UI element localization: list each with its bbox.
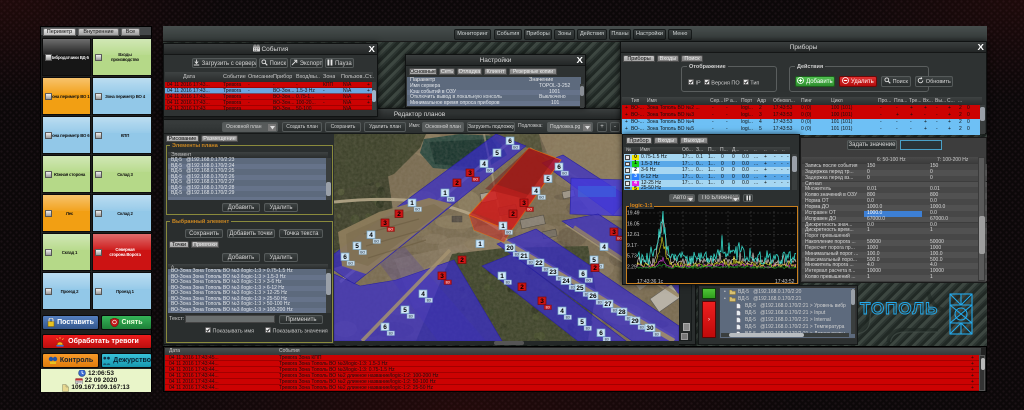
svg-text:ВЗ: ВЗ	[546, 306, 550, 310]
svg-text:ВЗ: ВЗ	[571, 286, 575, 290]
svg-text:6: 6	[383, 324, 387, 331]
svg-text:22: 22	[535, 260, 543, 267]
svg-text:5: 5	[546, 176, 550, 183]
svg-text:ВО: ВО	[360, 251, 365, 255]
svg-text:2: 2	[460, 257, 464, 264]
svg-text:ВО: ВО	[388, 228, 393, 232]
svg-text:1: 1	[443, 190, 447, 197]
svg-text:ВЗ: ВЗ	[640, 326, 644, 330]
svg-text:1: 1	[410, 200, 414, 207]
svg-text:ВЗ: ВЗ	[409, 315, 413, 319]
svg-text:4: 4	[560, 308, 564, 315]
svg-text:5: 5	[592, 257, 596, 264]
svg-text:5.73: 5.73	[627, 254, 637, 260]
svg-text:9.17: 9.17	[627, 243, 637, 249]
svg-text:ВЗ: ВЗ	[655, 333, 659, 337]
svg-text:19.49: 19.49	[627, 211, 640, 217]
svg-text:27: 27	[604, 301, 612, 308]
svg-text:5: 5	[355, 243, 359, 250]
svg-text:3: 3	[440, 273, 444, 280]
svg-text:1: 1	[478, 241, 482, 248]
svg-text:2.29: 2.29	[627, 265, 637, 271]
svg-text:29: 29	[631, 318, 639, 325]
svg-text:ВО: ВО	[539, 196, 544, 200]
svg-text:ВЗ: ВЗ	[598, 301, 602, 305]
svg-text:ВЗ: ВЗ	[586, 327, 590, 331]
svg-text:ВЗ: ВЗ	[515, 253, 519, 257]
svg-text:6: 6	[599, 330, 603, 337]
svg-text:2: 2	[593, 265, 597, 272]
svg-text:16.05: 16.05	[627, 221, 640, 227]
svg-text:6: 6	[343, 254, 347, 261]
svg-text:ВО: ВО	[506, 231, 511, 235]
svg-text:ВЗ: ВЗ	[506, 281, 510, 285]
svg-text:23: 23	[549, 269, 557, 276]
svg-text:ВО: ВО	[473, 178, 478, 182]
svg-text:ВО: ВО	[448, 198, 453, 202]
svg-text:20: 20	[506, 245, 514, 252]
svg-text:1: 1	[500, 273, 504, 280]
svg-text:ВО: ВО	[513, 146, 518, 150]
svg-text:ВО: ВО	[527, 208, 532, 212]
svg-text:6: 6	[508, 138, 512, 145]
svg-text:ВО: ВО	[586, 279, 591, 283]
svg-text:5: 5	[403, 307, 407, 314]
svg-text:6: 6	[557, 164, 561, 171]
svg-text:2: 2	[511, 211, 515, 218]
svg-text:4: 4	[602, 244, 606, 251]
svg-text:ВЗ: ВЗ	[529, 261, 533, 265]
svg-text:24: 24	[562, 278, 570, 285]
svg-text:28: 28	[618, 309, 626, 316]
svg-text:ВЗ: ВЗ	[566, 316, 570, 320]
svg-text:26: 26	[589, 293, 597, 300]
svg-text:ВЗ: ВЗ	[427, 299, 431, 303]
svg-text:6: 6	[581, 271, 585, 278]
svg-text:2: 2	[397, 211, 401, 218]
svg-text:4: 4	[482, 161, 486, 168]
svg-text:ВЗ: ВЗ	[613, 309, 617, 313]
svg-text:2: 2	[455, 180, 459, 187]
svg-text:30: 30	[646, 325, 654, 332]
svg-text:ВО: ВО	[348, 262, 353, 266]
svg-text:12.61: 12.61	[627, 232, 640, 238]
svg-text:ВО: ВО	[487, 169, 492, 173]
svg-text:3: 3	[612, 229, 616, 236]
svg-text:3: 3	[522, 200, 526, 207]
svg-text:ТОПОЛЬ: ТОПОЛЬ	[860, 299, 938, 318]
svg-text:17:43:36 1с: 17:43:36 1с	[637, 279, 664, 285]
svg-text:1: 1	[501, 223, 505, 230]
svg-text:5: 5	[580, 319, 584, 326]
svg-text:3: 3	[540, 298, 544, 305]
svg-text:ВЗ: ВЗ	[544, 268, 548, 272]
svg-text:3: 3	[383, 220, 387, 227]
svg-text:4: 4	[534, 188, 538, 195]
svg-text:ВО: ВО	[415, 208, 420, 212]
svg-text:3: 3	[468, 170, 472, 177]
svg-text:2: 2	[520, 284, 524, 291]
svg-text:ВЗ: ВЗ	[389, 332, 393, 336]
svg-text:4: 4	[421, 291, 425, 298]
svg-text:4: 4	[369, 232, 373, 239]
svg-text:ВО: ВО	[374, 240, 379, 244]
svg-text:ВЗ: ВЗ	[446, 281, 450, 285]
svg-text:25: 25	[576, 285, 584, 292]
svg-text:ВО: ВО	[562, 172, 567, 176]
svg-text:5: 5	[495, 150, 499, 157]
svg-text:21: 21	[520, 253, 528, 260]
